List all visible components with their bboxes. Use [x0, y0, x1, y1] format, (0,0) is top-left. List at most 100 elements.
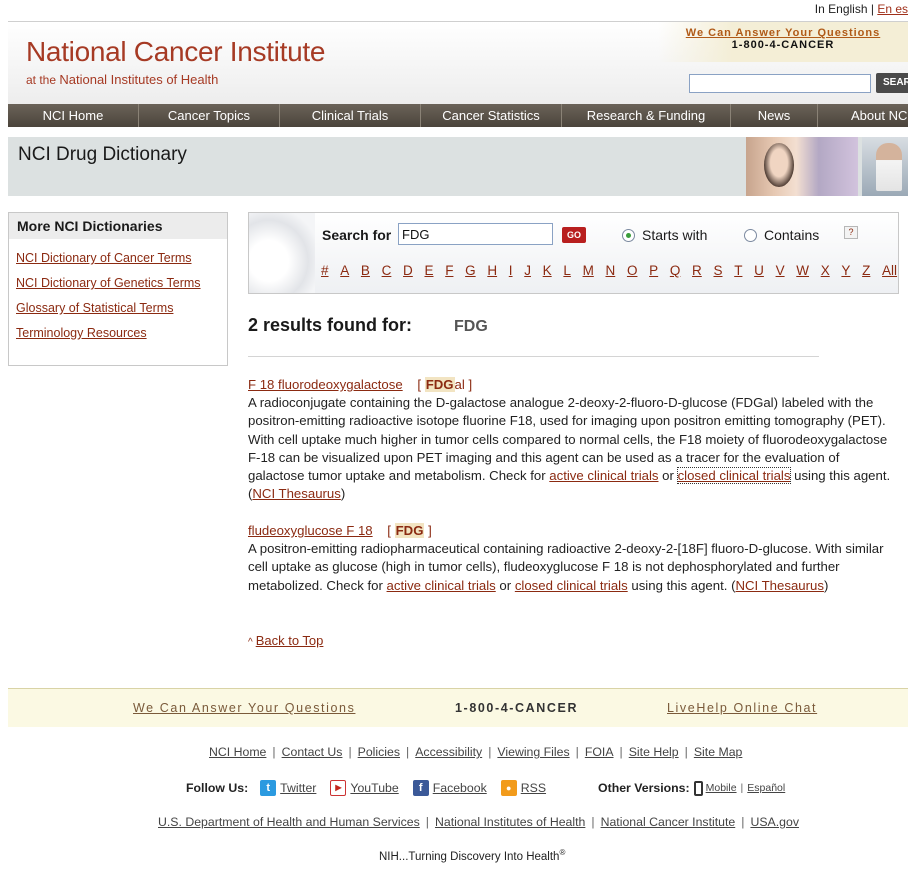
- nav-about-nci[interactable]: About NCI: [818, 104, 908, 127]
- result-term-link[interactable]: F 18 fluorodeoxygalactose: [248, 377, 403, 392]
- sidebar-link-statistical-terms[interactable]: Glossary of Statistical Terms: [16, 301, 227, 315]
- go-button[interactable]: GO: [562, 227, 586, 243]
- page-header: NCI Drug Dictionary: [8, 137, 908, 196]
- logo-subtitle-prefix: at the: [26, 73, 57, 87]
- mobile-link[interactable]: Mobile: [706, 782, 737, 794]
- footer-link-site-map[interactable]: Site Map: [694, 745, 743, 759]
- contains-radio[interactable]: [744, 229, 757, 242]
- footer-link-nih[interactable]: National Institutes of Health: [435, 815, 585, 829]
- alphabet-link-number[interactable]: #: [321, 263, 329, 278]
- header-photo-woman: [746, 137, 858, 196]
- page-title: NCI Drug Dictionary: [18, 144, 187, 165]
- active-trials-link[interactable]: active clinical trials: [387, 578, 496, 593]
- twitter-icon[interactable]: t: [260, 780, 277, 796]
- alphabet-nav: # A B C D E F G H I J K L M N O P Q R S T U V W X Y Z All: [321, 263, 908, 278]
- nav-cancer-statistics[interactable]: Cancer Statistics: [421, 104, 562, 127]
- alphabet-link-u[interactable]: U: [754, 263, 764, 278]
- result-definition: A radioconjugate containing the D-galact…: [248, 395, 891, 502]
- alphabet-link-y[interactable]: Y: [841, 263, 850, 278]
- alphabet-link-f[interactable]: F: [445, 263, 453, 278]
- nci-logo-title[interactable]: National Cancer Institute: [26, 36, 325, 68]
- youtube-link[interactable]: YouTube: [350, 781, 398, 795]
- active-trials-link[interactable]: active clinical trials: [549, 468, 658, 483]
- site-search-input[interactable]: [689, 74, 871, 93]
- footer-link-usagov[interactable]: USA.gov: [750, 815, 799, 829]
- alphabet-link-b[interactable]: B: [361, 263, 370, 278]
- other-versions-label: Other Versions:: [598, 781, 690, 795]
- alphabet-link-a[interactable]: A: [340, 263, 349, 278]
- alphabet-link-j[interactable]: J: [524, 263, 531, 278]
- alphabet-link-n[interactable]: N: [606, 263, 616, 278]
- footer-gov-links: U.S. Department of Health and Human Serv…: [158, 815, 799, 829]
- alphabet-link-p[interactable]: P: [649, 263, 658, 278]
- nav-clinical-trials[interactable]: Clinical Trials: [280, 104, 421, 127]
- alphabet-link-m[interactable]: M: [583, 263, 594, 278]
- sidebar-title: More NCI Dictionaries: [9, 213, 227, 239]
- mortar-pestle-image: [249, 213, 315, 293]
- footer-link-site-help[interactable]: Site Help: [629, 745, 679, 759]
- footer-link-nci[interactable]: National Cancer Institute: [601, 815, 736, 829]
- sidebar-link-genetics-terms[interactable]: NCI Dictionary of Genetics Terms: [16, 276, 227, 290]
- nci-thesaurus-link[interactable]: NCI Thesaurus: [252, 486, 340, 501]
- header-photo-doctor: [862, 137, 908, 196]
- alphabet-link-v[interactable]: V: [776, 263, 785, 278]
- alphabet-link-k[interactable]: K: [543, 263, 552, 278]
- alphabet-link-g[interactable]: G: [465, 263, 476, 278]
- facebook-link[interactable]: Facebook: [433, 781, 487, 795]
- alphabet-link-r[interactable]: R: [692, 263, 702, 278]
- espanol-link[interactable]: Español: [747, 782, 785, 794]
- alphabet-link-s[interactable]: S: [713, 263, 722, 278]
- rss-icon[interactable]: ●: [500, 780, 517, 796]
- footer-link-nci-home[interactable]: NCI Home: [209, 745, 266, 759]
- footer-link-hhs[interactable]: U.S. Department of Health and Human Serv…: [158, 815, 420, 829]
- alphabet-link-z[interactable]: Z: [862, 263, 870, 278]
- facebook-icon[interactable]: f: [412, 780, 429, 796]
- nci-thesaurus-link[interactable]: NCI Thesaurus: [735, 578, 823, 593]
- result-term-link[interactable]: fludeoxyglucose F 18: [248, 523, 373, 538]
- alphabet-link-all[interactable]: All: [882, 263, 897, 278]
- lang-english: In English: [814, 2, 868, 16]
- footer-link-accessibility[interactable]: Accessibility: [415, 745, 482, 759]
- nav-cancer-topics[interactable]: Cancer Topics: [139, 104, 280, 127]
- footer-questions-link[interactable]: We Can Answer Your Questions: [133, 701, 355, 715]
- alphabet-link-l[interactable]: L: [563, 263, 571, 278]
- nav-news[interactable]: News: [731, 104, 818, 127]
- alphabet-link-e[interactable]: E: [424, 263, 433, 278]
- alphabet-link-w[interactable]: W: [796, 263, 809, 278]
- logo-subtitle-main: National Institutes of Health: [59, 72, 219, 87]
- rss-link[interactable]: RSS: [521, 781, 546, 795]
- site-search-button[interactable]: SEARCH: [876, 73, 908, 93]
- starts-with-label: Starts with: [642, 227, 708, 243]
- follow-us-row: Follow Us: t Twitter ▶ YouTube f Facebook ●…: [186, 780, 786, 796]
- dictionary-search-input[interactable]: [398, 223, 553, 245]
- result-item: fludeoxyglucose F 18 [ FDG ] A positron-…: [248, 522, 896, 595]
- footer-link-foia[interactable]: FOIA: [585, 745, 614, 759]
- nav-nci-home[interactable]: NCI Home: [8, 104, 139, 127]
- alphabet-link-h[interactable]: H: [487, 263, 497, 278]
- alphabet-link-t[interactable]: T: [734, 263, 742, 278]
- lang-spanish-link[interactable]: En es: [877, 2, 908, 16]
- closed-trials-link[interactable]: closed clinical trials: [515, 578, 628, 593]
- back-to-top-link[interactable]: Back to Top: [256, 633, 324, 648]
- twitter-link[interactable]: Twitter: [280, 781, 316, 795]
- sidebar-link-cancer-terms[interactable]: NCI Dictionary of Cancer Terms: [16, 251, 227, 265]
- youtube-icon[interactable]: ▶: [330, 780, 347, 796]
- answer-questions-link[interactable]: We Can Answer Your Questions: [658, 22, 908, 39]
- search-label: Search for: [322, 227, 392, 243]
- alphabet-link-c[interactable]: C: [382, 263, 392, 278]
- footer-livehelp-link[interactable]: LiveHelp Online Chat: [667, 701, 817, 715]
- alphabet-link-i[interactable]: I: [509, 263, 513, 278]
- closed-trials-link[interactable]: closed clinical trials: [676, 467, 792, 485]
- alphabet-link-d[interactable]: D: [403, 263, 413, 278]
- footer-link-contact[interactable]: Contact Us: [282, 745, 343, 759]
- footer-link-policies[interactable]: Policies: [358, 745, 400, 759]
- alphabet-link-x[interactable]: X: [821, 263, 830, 278]
- nav-research-funding[interactable]: Research & Funding: [562, 104, 731, 127]
- search-help-icon[interactable]: ?: [844, 226, 858, 239]
- sidebar-link-terminology-resources[interactable]: Terminology Resources: [16, 326, 227, 340]
- alphabet-link-q[interactable]: Q: [670, 263, 681, 278]
- starts-with-radio[interactable]: [622, 229, 635, 242]
- alphabet-link-o[interactable]: O: [627, 263, 638, 278]
- nih-tagline: NIH...Turning Discovery Into Health®: [379, 848, 566, 863]
- footer-link-viewing-files[interactable]: Viewing Files: [497, 745, 569, 759]
